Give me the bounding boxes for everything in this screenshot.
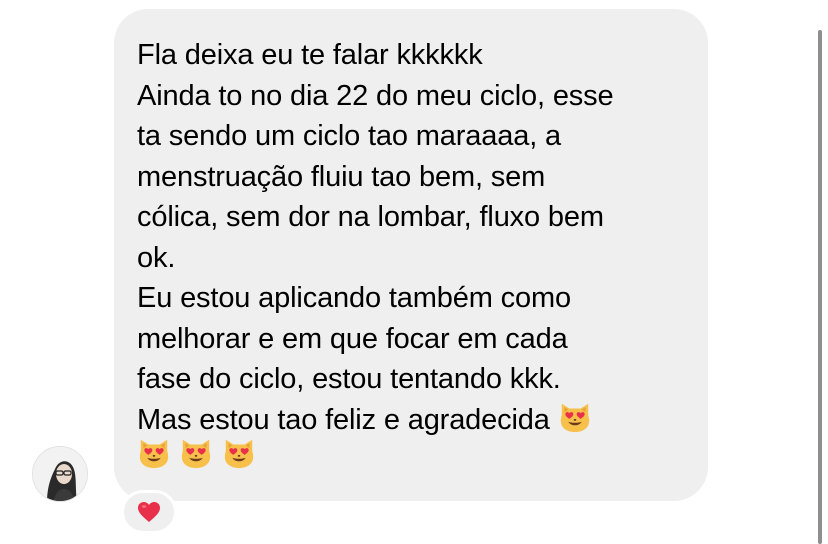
message-line: menstruação fluiu tao bem, sem [137,160,546,193]
smiling-cat-heart-eyes-icon [139,439,169,469]
avatar[interactable] [32,446,88,502]
message-line-last: Mas estou tao feliz e agradecida [137,400,684,441]
emoji-row [137,436,684,476]
avatar-photo [33,447,87,501]
message-line: cólica, sem dor na lombar, fluxo bem [137,201,604,233]
message-line: melhorar e em que focar em cada [137,322,568,355]
smiling-cat-heart-eyes-icon [224,439,254,469]
smiling-cat-heart-eyes-icon [560,403,589,432]
chat-view: Fla deixa eu te falar kkkkkk Ainda to no… [0,0,828,544]
message-line: fase do ciclo, estou tentando kkk. [137,363,561,395]
scrollbar[interactable] [818,30,822,544]
message-bubble[interactable]: Fla deixa eu te falar kkkkkk Ainda to no… [114,9,708,501]
message-line: ok. [137,241,176,274]
message-line-text: Mas estou tao feliz e agradecida [137,403,550,436]
reaction-badge[interactable] [121,490,177,534]
message-line: Fla deixa eu te falar kkkkkk [137,39,483,71]
red-heart-icon [138,502,160,522]
message-line: ta sendo um ciclo tao maraaaa, a [137,120,561,152]
message-line: Eu estou aplicando também como [137,282,571,314]
smiling-cat-heart-eyes-icon [182,439,211,469]
message-line: Ainda to no dia 22 do meu ciclo, esse [137,79,614,112]
